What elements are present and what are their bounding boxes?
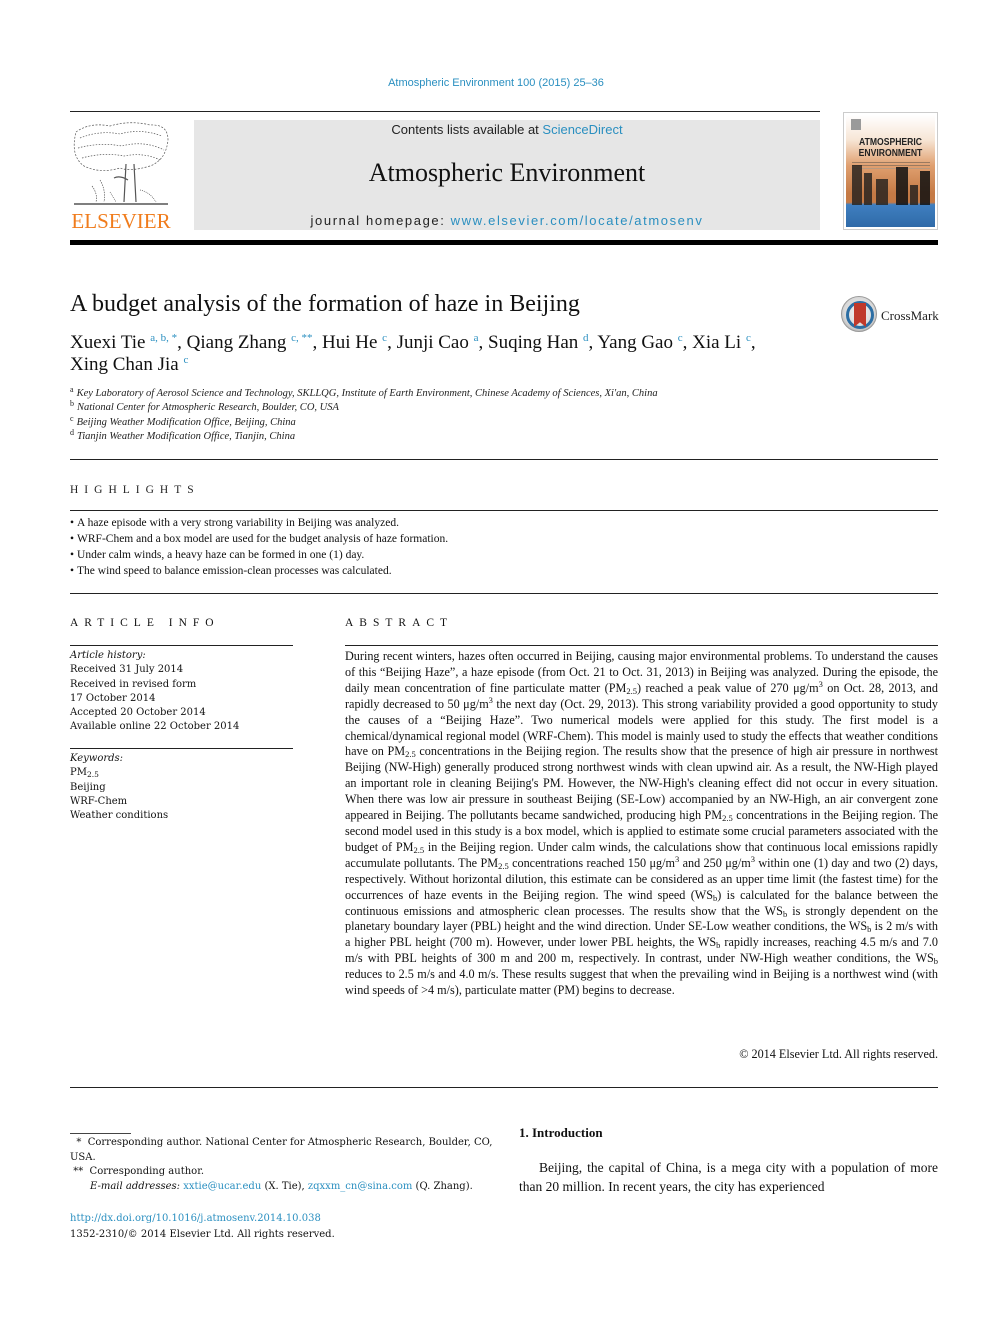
header-thick-rule: [70, 240, 938, 245]
elsevier-wordmark: ELSEVIER: [71, 209, 171, 233]
footnote-rule: [70, 1133, 131, 1134]
abstract-heading: ABSTRACT: [345, 617, 454, 629]
keyword: Beijing: [70, 781, 106, 793]
crossmark-label: CrossMark: [881, 308, 939, 323]
highlights-list: A haze episode with a very strong variab…: [70, 515, 448, 579]
journal-title: Atmospheric Environment: [368, 158, 646, 187]
cover-building: [920, 171, 930, 205]
affiliation: d Tianjin Weather Modification Office, Ti…: [70, 427, 296, 442]
keyword: Weather conditions: [70, 810, 169, 822]
author[interactable]: Xuexi Tie: [70, 332, 146, 353]
doi-block: http://dx.doi.org/10.1016/j.atmosenv.201…: [70, 1211, 335, 1243]
history-entry: Received 31 July 2014: [70, 664, 184, 676]
highlight-item: A haze episode with a very strong variab…: [70, 515, 448, 531]
history-entry: 17 October 2014: [70, 692, 156, 704]
author-affiliation-marks[interactable]: c, **: [291, 332, 312, 344]
abstract-text: During recent winters, hazes often occur…: [345, 649, 939, 998]
article-history: Article history: Received 31 July 2014 R…: [70, 649, 293, 735]
elsevier-tree-icon: [73, 122, 169, 205]
author[interactable]: Xia Li: [692, 332, 741, 353]
article-info-heading: ARTICLE INFO: [70, 617, 220, 629]
keyword: WRF-Chem: [70, 795, 128, 807]
author[interactable]: Yang Gao: [597, 332, 673, 353]
history-entry: Received in revised form: [70, 678, 197, 690]
keywords: Keywords: PM2.5 Beijing WRF-Chem Weather…: [70, 752, 293, 823]
email-addresses: E-mail addresses: xxtie@ucar.edu (X. Tie…: [90, 1180, 473, 1192]
footnote: ** Corresponding author.: [73, 1166, 205, 1177]
author-affiliation-marks[interactable]: a, b, *: [150, 332, 177, 344]
author-affiliation-marks[interactable]: d: [583, 332, 589, 344]
sciencedirect-link[interactable]: ScienceDirect: [542, 122, 622, 137]
footnotes: * Corresponding author. National Center …: [70, 1136, 495, 1194]
email-link[interactable]: xxtie@ucar.edu: [183, 1181, 261, 1192]
article-title: A budget analysis of the formation of ha…: [70, 291, 580, 317]
divider: [70, 1087, 938, 1088]
history-entry: Available online 22 October 2014: [70, 721, 240, 733]
cover-building: [876, 179, 888, 205]
affiliation: a Key Laboratory of Aerosol Science and T…: [70, 385, 658, 400]
highlight-item: The wind speed to balance emission-clean…: [70, 563, 448, 579]
history-entry: Accepted 20 October 2014: [70, 707, 206, 719]
author-affiliation-marks[interactable]: a: [474, 332, 479, 344]
cover-subtitle-lines: [852, 162, 930, 163]
divider: [345, 645, 938, 646]
author-affiliation-marks[interactable]: c: [746, 332, 751, 344]
contents-line: Contents lists available at ScienceDirec…: [391, 122, 623, 137]
divider: [70, 593, 938, 594]
author-affiliation-marks[interactable]: c: [678, 332, 683, 344]
highlight-item: WRF-Chem and a box model are used for th…: [70, 531, 448, 547]
divider: [70, 645, 293, 646]
journal-masthead: Contents lists available at ScienceDirec…: [194, 120, 820, 230]
elsevier-logo[interactable]: ELSEVIER: [70, 120, 172, 233]
author[interactable]: Junji Cao: [397, 332, 469, 353]
divider: [70, 748, 293, 749]
article-history-label: Article history:: [70, 650, 146, 661]
highlight-item: Under calm winds, a heavy haze can be fo…: [70, 547, 448, 563]
author[interactable]: Xing Chan Jia: [70, 354, 179, 375]
affiliation: b National Center for Atmospheric Researc…: [70, 399, 339, 414]
journal-cover-image[interactable]: ATMOSPHERIC ENVIRONMENT: [843, 112, 938, 230]
crossmark-icon: [841, 296, 877, 332]
author-affiliation-marks[interactable]: c: [382, 332, 387, 344]
journal-homepage-link[interactable]: www.elsevier.com/locate/atmosenv: [451, 213, 704, 228]
cover-elsevier-emblem: [851, 119, 861, 130]
introduction-text: Beijing, the capital of China, is a mega…: [519, 1160, 938, 1194]
author-affiliation-marks[interactable]: c: [183, 354, 188, 366]
cover-title: ATMOSPHERIC ENVIRONMENT: [858, 136, 923, 159]
abstract-copyright: © 2014 Elsevier Ltd. All rights reserved…: [739, 1047, 938, 1061]
divider: [70, 510, 938, 511]
affiliations: a Key Laboratory of Aerosol Science and T…: [70, 385, 658, 444]
cover-building: [852, 165, 862, 205]
crossmark-badge[interactable]: CrossMark: [841, 296, 941, 336]
issn-copyright: 1352-2310/© 2014 Elsevier Ltd. All right…: [70, 1229, 335, 1240]
journal-homepage-line: journal homepage: www.elsevier.com/locat…: [310, 213, 704, 228]
footnote: * Corresponding author. National Center …: [70, 1137, 493, 1163]
author-list: Xuexi Tie a, b, *, Qiang Zhang c, **, Hu…: [70, 332, 756, 375]
doi-link[interactable]: http://dx.doi.org/10.1016/j.atmosenv.201…: [70, 1213, 321, 1224]
author[interactable]: Suqing Han: [488, 332, 578, 353]
author[interactable]: Hui He: [322, 332, 377, 353]
affiliation: c Beijing Weather Modification Office, Be…: [70, 413, 296, 428]
cover-building: [864, 173, 872, 205]
highlights-heading: HIGHLIGHTS: [70, 484, 200, 496]
cover-building: [910, 185, 918, 205]
author[interactable]: Qiang Zhang: [187, 332, 287, 353]
header-rule: [70, 111, 820, 112]
keywords-label: Keywords:: [70, 753, 124, 764]
email-link[interactable]: zqxxm_cn@sina.com: [308, 1181, 413, 1192]
journal-citation[interactable]: Atmospheric Environment 100 (2015) 25–36: [0, 77, 992, 89]
divider: [70, 459, 938, 460]
cover-building: [896, 167, 908, 205]
introduction-heading: 1. Introduction: [519, 1125, 603, 1140]
keyword: PM2.5: [70, 767, 99, 780]
